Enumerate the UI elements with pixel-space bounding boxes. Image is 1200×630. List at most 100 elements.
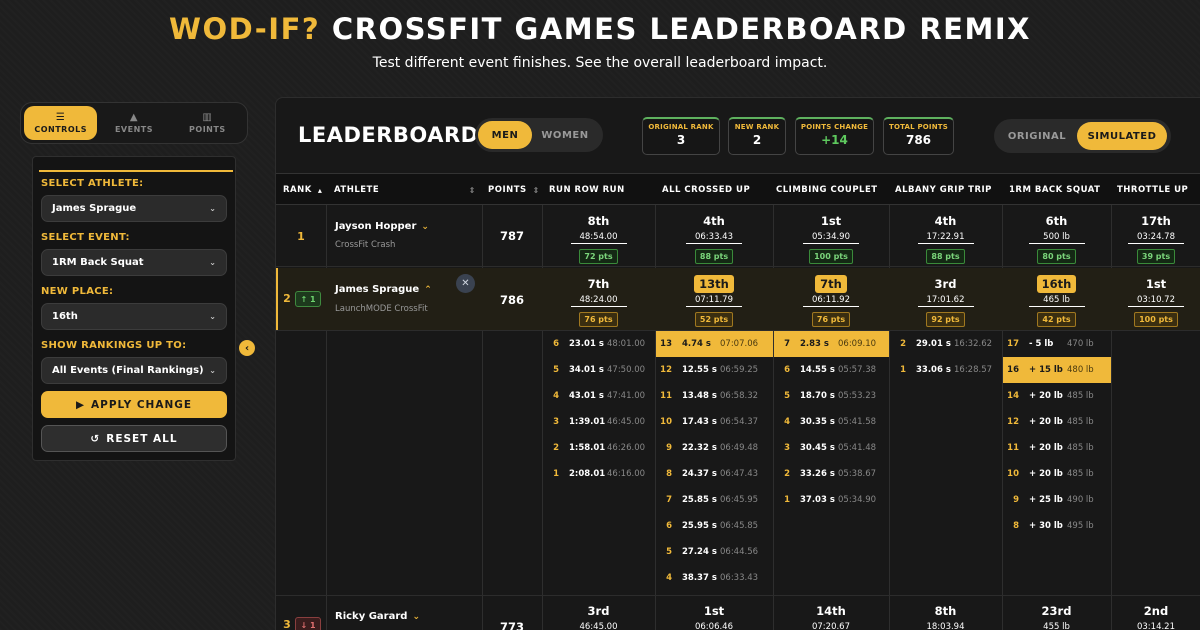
athlete-affiliate: LaunchMODE CrossFit (335, 304, 428, 314)
what-if-option[interactable]: 2 29.01 s 16:32.62 (890, 331, 1002, 357)
apply-change-button[interactable]: ▶ APPLY CHANGE (41, 391, 227, 418)
col-event-6[interactable]: THROTTLE UP (1117, 174, 1188, 206)
what-if-result: 07:07.06 (720, 339, 759, 349)
women-toggle-button[interactable]: WOMEN (532, 121, 598, 149)
what-if-option[interactable]: 4 43.01 s 47:41.00 (543, 383, 655, 409)
what-if-option[interactable]: 2 1:58.01 46:26.00 (543, 435, 655, 461)
what-if-delta: 43.01 s (569, 391, 604, 401)
what-if-option[interactable]: 10 17.43 s 06:54.37 (656, 409, 773, 435)
col-event-4-label: ALBANY GRIP TRIP (895, 185, 992, 195)
what-if-option[interactable]: 14 + 20 lb 485 lb (1003, 383, 1111, 409)
original-mode-button[interactable]: ORIGINAL (997, 122, 1077, 150)
col-athlete[interactable]: ATHLETE ⇕ (334, 174, 476, 206)
tab-points[interactable]: ▥ POINTS (171, 106, 244, 140)
event-cell[interactable]: 8th 48:54.00 72 pts (542, 210, 655, 264)
what-if-option[interactable]: 3 1:39.01 46:45.00 (543, 409, 655, 435)
event-cell[interactable]: 14th 07:20.67 (773, 600, 889, 630)
what-if-option[interactable]: 5 27.24 s 06:44.56 (656, 539, 773, 565)
what-if-option[interactable]: 3 30.45 s 05:41.48 (774, 435, 889, 461)
what-if-option[interactable]: 8 24.37 s 06:47.43 (656, 461, 773, 487)
event-cell[interactable]: 1st 03:10.72 100 pts (1111, 273, 1200, 327)
what-if-option[interactable]: 6 23.01 s 48:01.00 (543, 331, 655, 357)
what-if-option[interactable]: 12 12.55 s 06:59.25 (656, 357, 773, 383)
event-cell[interactable]: 4th 06:33.43 88 pts (655, 210, 773, 264)
what-if-option[interactable]: 17 - 5 lb 470 lb (1003, 331, 1111, 357)
what-if-result: 05:57.38 (838, 365, 877, 375)
event-cell[interactable]: 6th 500 lb 80 pts (1002, 210, 1111, 264)
what-if-option[interactable]: 4 38.37 s 06:33.43 (656, 565, 773, 591)
table-row-selected[interactable]: 2 ↑ 1 James Sprague ⌃ LaunchMODE CrossFit… (276, 268, 1200, 331)
athlete-select[interactable]: James Sprague ⌄ (41, 195, 227, 222)
what-if-option[interactable]: 12 + 20 lb 485 lb (1003, 409, 1111, 435)
event-cell[interactable]: 17th 03:24.78 39 pts (1111, 210, 1200, 264)
event-cell[interactable]: 8th 18:03.94 (889, 600, 1002, 630)
what-if-option[interactable]: 2 33.26 s 05:38.67 (774, 461, 889, 487)
event-cell[interactable]: 7th 06:11.92 76 pts (773, 273, 889, 327)
what-if-option[interactable]: 13 4.74 s 07:07.06 (656, 331, 773, 357)
what-if-option[interactable]: 5 18.70 s 05:53.23 (774, 383, 889, 409)
what-if-place: 16 (1007, 365, 1019, 375)
what-if-result: 470 lb (1067, 339, 1094, 349)
what-if-option[interactable]: 1 33.06 s 16:28.57 (890, 357, 1002, 383)
col-event-6-label: THROTTLE UP (1117, 185, 1189, 195)
athlete-name[interactable]: Ricky Garard ⌄ (335, 611, 420, 622)
col-event-1[interactable]: RUN ROW RUN (549, 174, 625, 206)
what-if-result: 05:41.58 (838, 417, 877, 427)
what-if-option[interactable]: 5 34.01 s 47:50.00 (543, 357, 655, 383)
what-if-option[interactable]: 7 2.83 s 06:09.10 (774, 331, 889, 357)
what-if-option[interactable]: 1 37.03 s 05:34.90 (774, 487, 889, 513)
event-cell[interactable]: 1st 06:06.46 (655, 600, 773, 630)
event-select[interactable]: 1RM Back Squat ⌄ (41, 249, 227, 276)
event-points: 80 pts (1037, 249, 1076, 264)
tab-controls[interactable]: ☰ CONTROLS (24, 106, 98, 140)
what-if-option[interactable]: 6 25.95 s 06:45.85 (656, 513, 773, 539)
event-cell[interactable]: 7th 48:24.00 76 pts (542, 273, 655, 327)
what-if-option[interactable]: 9 22.32 s 06:49.48 (656, 435, 773, 461)
chevron-up-icon: ⌃ (424, 285, 432, 295)
simulated-mode-button[interactable]: SIMULATED (1077, 122, 1167, 150)
col-athlete-label: ATHLETE (334, 185, 380, 195)
event-points: 39 pts (1136, 249, 1176, 264)
collapse-sidebar-button[interactable]: ‹ (239, 340, 255, 356)
event-cell[interactable]: 16th 465 lb 42 pts (1002, 273, 1111, 327)
what-if-place: 6 (784, 365, 790, 375)
event-cell[interactable]: 2nd 03:14.21 (1111, 600, 1200, 630)
what-if-option[interactable]: 16 + 15 lb 480 lb (1003, 357, 1111, 383)
what-if-option[interactable]: 10 + 20 lb 485 lb (1003, 461, 1111, 487)
table-row[interactable]: 1 Jayson Hopper ⌄ CrossFit Crash 787 8th 4… (276, 206, 1200, 267)
col-event-5[interactable]: 1RM BACK SQUAT (1009, 174, 1100, 206)
what-if-option[interactable]: 4 30.35 s 05:41.58 (774, 409, 889, 435)
place-select[interactable]: 16th ⌄ (41, 303, 227, 330)
col-rank[interactable]: RANK ▴ (283, 174, 322, 206)
rankings-select[interactable]: All Events (Final Rankings) ⌄ (41, 357, 227, 384)
what-if-option[interactable]: 1 2:08.01 46:16.00 (543, 461, 655, 487)
athlete-name[interactable]: James Sprague ⌃ (335, 284, 432, 295)
what-if-result: 46:26.00 (607, 443, 646, 453)
what-if-option[interactable]: 8 + 30 lb 495 lb (1003, 513, 1111, 539)
what-if-delta: 25.85 s (682, 495, 717, 505)
col-event-3[interactable]: CLIMBING COUPLET (776, 174, 878, 206)
event-cell[interactable]: 3rd 17:01.62 92 pts (889, 273, 1002, 327)
event-cell[interactable]: 13th 07:11.79 52 pts (655, 273, 773, 327)
what-if-option[interactable]: 6 14.55 s 05:57.38 (774, 357, 889, 383)
event-cell[interactable]: 23rd 455 lb (1002, 600, 1111, 630)
what-if-result: 485 lb (1067, 443, 1094, 453)
what-if-option[interactable]: 7 25.85 s 06:45.95 (656, 487, 773, 513)
stat-label: TOTAL POINTS (888, 123, 949, 131)
close-icon[interactable]: ✕ (456, 274, 475, 293)
play-icon: ▶ (75, 398, 86, 411)
col-event-2[interactable]: ALL CROSSED UP (662, 174, 750, 206)
reset-all-button[interactable]: ↺ RESET ALL (41, 425, 227, 452)
what-if-option[interactable]: 9 + 25 lb 490 lb (1003, 487, 1111, 513)
col-event-4[interactable]: ALBANY GRIP TRIP (895, 174, 992, 206)
table-row[interactable]: 3 ↓ 1 Ricky Garard ⌄ 773 3rd 46:45.00 1st 0… (276, 595, 1200, 630)
what-if-option[interactable]: 11 13.48 s 06:58.32 (656, 383, 773, 409)
tab-events[interactable]: ▲ EVENTS (97, 106, 170, 140)
event-cell[interactable]: 3rd 46:45.00 (542, 600, 655, 630)
event-cell[interactable]: 4th 17:22.91 88 pts (889, 210, 1002, 264)
event-cell[interactable]: 1st 05:34.90 100 pts (773, 210, 889, 264)
what-if-option[interactable]: 11 + 20 lb 485 lb (1003, 435, 1111, 461)
col-points[interactable]: POINTS ⇕ (488, 174, 540, 206)
men-toggle-button[interactable]: MEN (478, 121, 532, 149)
athlete-name[interactable]: Jayson Hopper ⌄ (335, 221, 429, 232)
